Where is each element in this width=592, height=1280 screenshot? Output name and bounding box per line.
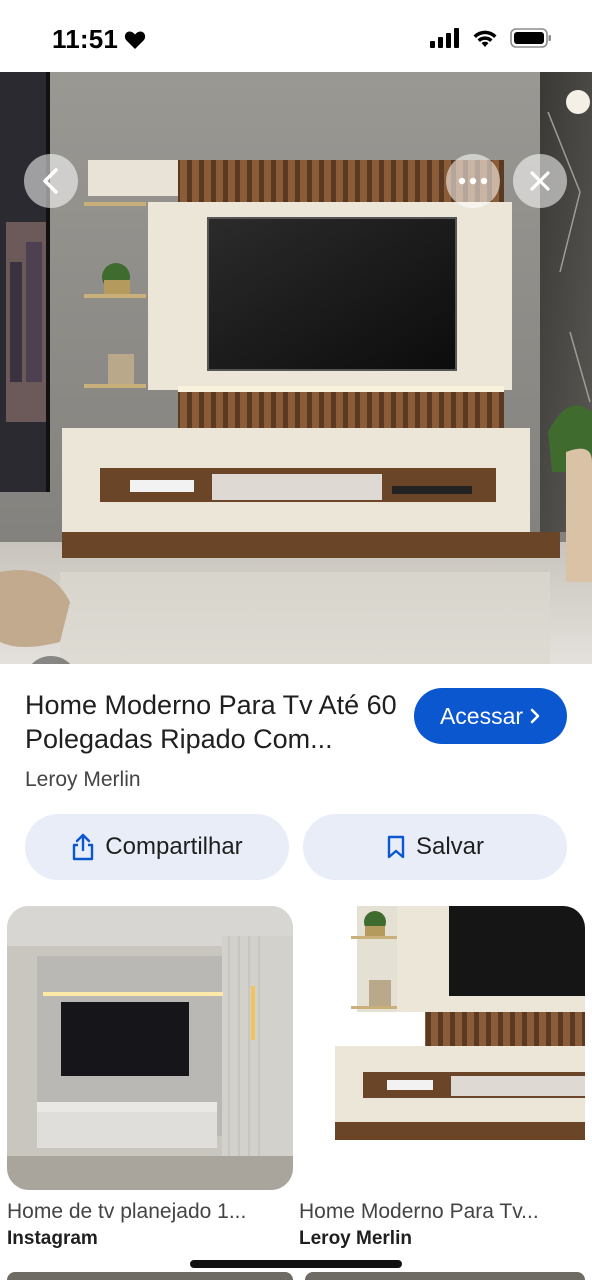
more-options-button[interactable] (446, 154, 500, 208)
result-title[interactable]: Home Moderno Para Tv Até 60 Polegadas Ri… (25, 688, 405, 756)
related-card[interactable]: Home Moderno Para Tv... Leroy Merlin (299, 906, 585, 1250)
related-card-source: Leroy Merlin (299, 1228, 412, 1249)
bookmark-icon (387, 835, 405, 859)
next-row-peek (305, 1272, 585, 1280)
status-bar: 11:51 (0, 0, 592, 72)
next-row-peek (7, 1272, 293, 1280)
signal-icon (430, 28, 459, 48)
status-icons (430, 28, 552, 48)
heart-icon (124, 30, 146, 49)
home-indicator[interactable] (190, 1260, 402, 1268)
chevron-right-icon (530, 708, 540, 724)
status-time-text: 11:51 (52, 24, 119, 54)
tv-panel-thumbnail (299, 906, 585, 1190)
related-card[interactable]: Home de tv planejado 1... Instagram (7, 906, 293, 1250)
more-dots-icon (458, 177, 488, 185)
battery-icon (510, 28, 551, 48)
related-card-title: Home de tv planejado 1... (7, 1200, 247, 1223)
result-source: Leroy Merlin (25, 768, 141, 791)
tv-wall-thumbnail (7, 906, 293, 1190)
share-button[interactable]: Compartilhar (25, 814, 289, 880)
back-arrow-icon (43, 168, 58, 194)
save-button[interactable]: Salvar (303, 814, 567, 880)
wifi-icon (473, 30, 497, 47)
related-thumbnail[interactable] (299, 906, 585, 1190)
related-card-title: Home Moderno Para Tv... (299, 1200, 539, 1223)
share-button-label: Compartilhar (105, 833, 243, 860)
hero-image[interactable] (0, 72, 592, 664)
related-card-source: Instagram (7, 1228, 98, 1249)
save-button-label: Salvar (415, 833, 485, 860)
close-button[interactable] (513, 154, 567, 208)
tv-panel-illustration (0, 72, 592, 664)
related-thumbnail[interactable] (7, 906, 293, 1190)
share-icon (73, 833, 94, 861)
close-icon (530, 171, 550, 191)
visit-button-label: Acessar (439, 702, 524, 729)
back-button[interactable] (24, 154, 78, 208)
status-time: 11:51 (52, 24, 146, 55)
visit-button[interactable]: Acessar (414, 688, 567, 744)
